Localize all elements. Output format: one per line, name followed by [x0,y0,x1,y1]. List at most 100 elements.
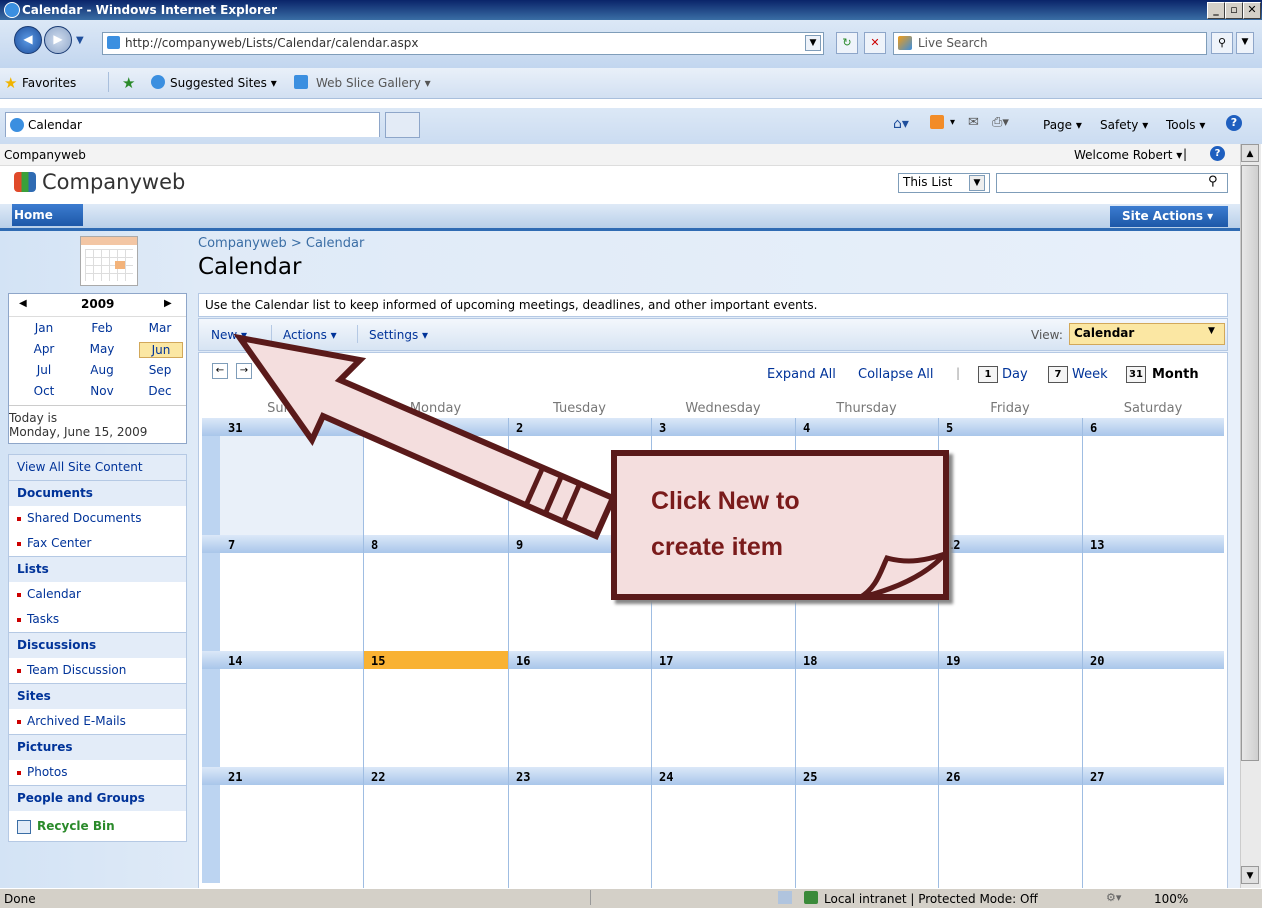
day-number[interactable]: 22 [371,770,385,784]
week-expand-strip[interactable] [202,785,220,883]
day-number[interactable]: 15 [371,654,385,668]
stop-icon[interactable]: ✕ [864,32,886,54]
day-number[interactable]: 16 [516,654,530,668]
mini-cal-month-jun[interactable]: Jun [139,342,183,358]
tab-calendar[interactable]: Calendar [5,112,380,137]
site-actions-button[interactable]: Site Actions ▾ [1110,206,1228,227]
page-menu[interactable]: Page ▾ [1043,118,1082,132]
nav-header-lists[interactable]: Lists [9,556,186,582]
nav-header-documents[interactable]: Documents [9,480,186,506]
expand-all-link[interactable]: Expand All [767,367,836,382]
nav-header-people-groups[interactable]: People and Groups [9,785,186,811]
zone-text[interactable]: Local intranet | Protected Mode: Off [824,892,1038,906]
web-slice-gallery-link[interactable]: Web Slice Gallery ▾ [316,76,431,90]
week-expand-strip[interactable] [202,669,220,767]
day-number[interactable]: 19 [946,654,960,668]
home-icon[interactable]: ⌂▾ [893,116,909,132]
month-view-icon[interactable]: 31 [1126,366,1146,383]
day-number[interactable]: 20 [1090,654,1104,668]
refresh-icon[interactable]: ↻ [836,32,858,54]
mini-cal-month-jul[interactable]: Jul [23,363,65,377]
welcome-menu[interactable]: Welcome Robert ▾ [1074,148,1182,162]
collapse-all-link[interactable]: Collapse All [858,367,934,382]
view-all-site-content[interactable]: View All Site Content [9,455,186,480]
suggested-sites-link[interactable]: Suggested Sites ▾ [170,76,277,90]
week-view-link[interactable]: Week [1072,367,1108,382]
site-top-breadcrumb[interactable]: Companyweb [4,148,86,162]
day-number[interactable]: 24 [659,770,673,784]
address-text[interactable]: http://companyweb/Lists/Calendar/calenda… [125,36,418,50]
nav-item-shared-documents[interactable]: Shared Documents [9,506,186,531]
read-mail-icon[interactable]: ✉ [968,115,979,130]
feeds-icon[interactable] [930,115,944,129]
nav-item-calendar[interactable]: Calendar [9,582,186,607]
next-year-icon[interactable]: ▶ [164,298,172,309]
minimize-button[interactable]: _ [1207,2,1225,19]
site-name[interactable]: Companyweb [42,170,185,194]
safety-menu[interactable]: Safety ▾ [1100,118,1148,132]
tab-home[interactable]: Home [12,204,83,226]
day-number[interactable]: 25 [803,770,817,784]
day-view-icon[interactable]: 1 [978,366,998,383]
mini-cal-month-mar[interactable]: Mar [139,321,181,335]
maximize-button[interactable]: ▫ [1225,2,1243,19]
prev-year-icon[interactable]: ◀ [19,298,27,309]
nav-item-team-discussion[interactable]: Team Discussion [9,658,186,683]
print-icon[interactable]: ⎙▾ [992,115,1009,130]
month-view-link[interactable]: Month [1152,367,1199,382]
mini-cal-month-feb[interactable]: Feb [81,321,123,335]
add-favorites-icon[interactable]: ★ [122,74,135,92]
week-view-icon[interactable]: 7 [1048,366,1068,383]
day-number[interactable]: 21 [228,770,242,784]
breadcrumb[interactable]: Companyweb > Calendar [198,236,364,251]
site-help-icon[interactable]: ? [1210,146,1225,161]
day-number[interactable]: 23 [516,770,530,784]
help-icon[interactable]: ? [1226,115,1242,131]
day-number[interactable]: 3 [659,421,666,435]
today-value[interactable]: Monday, June 15, 2009 [9,425,186,439]
day-number[interactable]: 17 [659,654,673,668]
site-search-input[interactable] [996,173,1228,193]
feeds-dropdown-icon[interactable]: ▾ [950,117,955,128]
address-dropdown-icon[interactable]: ▼ [805,35,821,51]
new-tab-button[interactable] [385,112,420,138]
mini-cal-month-apr[interactable]: Apr [23,342,65,356]
mini-cal-month-dec[interactable]: Dec [139,384,181,398]
nav-header-sites[interactable]: Sites [9,683,186,709]
nav-item-photos[interactable]: Photos [9,760,186,785]
search-options-icon[interactable]: ▼ [1236,32,1254,54]
mini-cal-month-sep[interactable]: Sep [139,363,181,377]
nav-item-archived-emails[interactable]: Archived E-Mails [9,709,186,734]
back-icon[interactable]: ◀ [14,26,42,54]
tools-menu[interactable]: Tools ▾ [1166,118,1205,132]
day-number[interactable]: 26 [946,770,960,784]
day-number[interactable]: 6 [1090,421,1097,435]
nav-header-pictures[interactable]: Pictures [9,734,186,760]
zoom-level[interactable]: 100% [1154,892,1188,906]
search-scope-select[interactable]: This List ▼ [898,173,990,193]
forward-icon[interactable]: ▶ [44,26,72,54]
nav-item-fax-center[interactable]: Fax Center [9,531,186,556]
manage-addons-icon[interactable]: ⚙▾ [1106,891,1121,904]
scrollbar-thumb[interactable] [1241,165,1259,761]
address-bar[interactable]: http://companyweb/Lists/Calendar/calenda… [102,32,824,55]
day-number[interactable]: 13 [1090,538,1104,552]
mini-cal-month-oct[interactable]: Oct [23,384,65,398]
favorites-button[interactable]: Favorites [22,76,76,90]
week-expand-strip[interactable] [202,553,220,651]
day-number[interactable]: 5 [946,421,953,435]
view-selector[interactable]: Calendar ▼ [1069,323,1225,345]
day-number[interactable]: 14 [228,654,242,668]
prev-month-icon[interactable]: ← [212,363,228,379]
nav-header-discussions[interactable]: Discussions [9,632,186,658]
scroll-up-icon[interactable]: ▲ [1241,144,1259,162]
mini-cal-month-may[interactable]: May [81,342,123,356]
nav-item-recycle-bin[interactable]: Recycle Bin [9,811,186,841]
search-icon[interactable]: ⚲ [1211,32,1233,54]
week-expand-strip[interactable] [202,436,220,535]
site-search-icon[interactable]: ⚲ [1208,174,1218,189]
day-number[interactable]: 27 [1090,770,1104,784]
mini-cal-month-nov[interactable]: Nov [81,384,123,398]
mini-cal-month-aug[interactable]: Aug [81,363,123,377]
live-search-box[interactable]: Live Search [893,32,1207,55]
